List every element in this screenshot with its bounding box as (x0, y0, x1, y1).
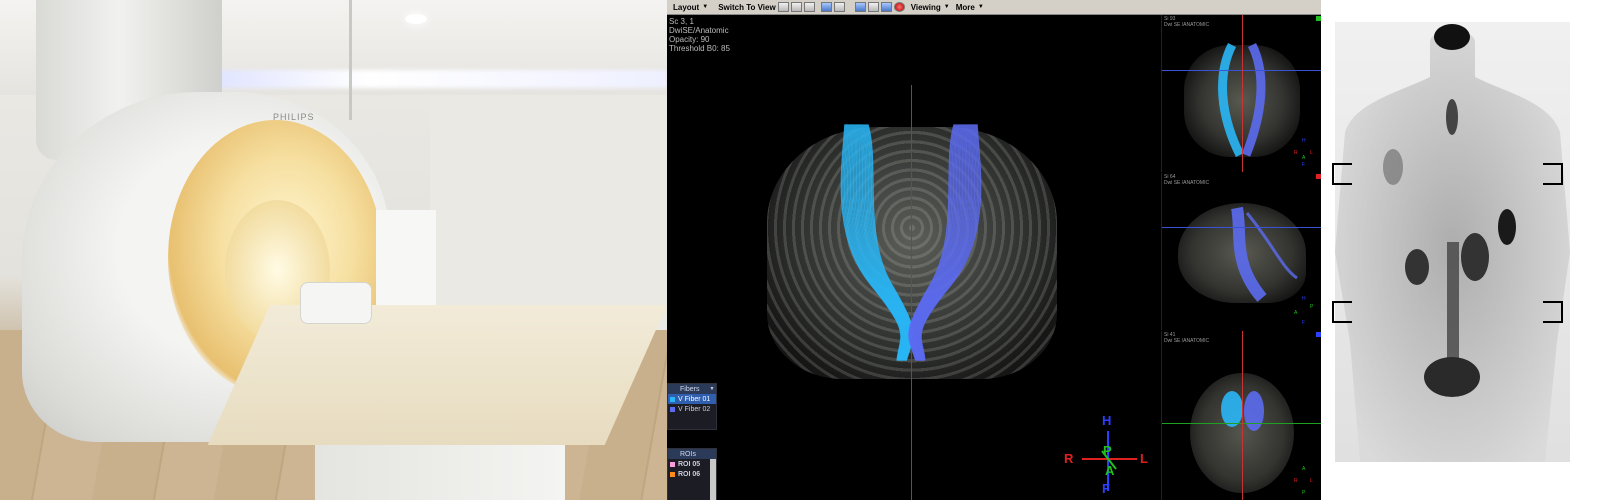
fiber-item-01[interactable]: V Fiber 01 (668, 394, 716, 404)
roi-05-color-swatch (670, 461, 675, 467)
fiber-tract-02 (908, 124, 982, 361)
pet-body-silhouette (1335, 24, 1570, 462)
left-bracket-upper (1332, 163, 1352, 185)
ceiling-downlight (405, 14, 427, 24)
measure-icon[interactable] (854, 2, 866, 12)
fiber-item-02[interactable]: V Fiber 02 (668, 404, 716, 414)
export-icon[interactable] (880, 2, 892, 12)
view-grid-icon[interactable] (790, 2, 802, 12)
print-icon[interactable] (867, 2, 879, 12)
rois-scrollbar[interactable] (710, 459, 716, 500)
rois-panel: ROIs ROI 05 ROI 06 (667, 448, 717, 500)
orient-left-label: R (1064, 451, 1074, 466)
switch-to-view-menu[interactable]: Switch To View (718, 3, 776, 12)
ceiling-pole (349, 0, 352, 120)
orient-right-label: L (1140, 451, 1148, 466)
left-bracket-lower (1332, 301, 1352, 323)
orientation-cube: H R L P A F (1062, 413, 1152, 498)
orient-bottom-label: F (1102, 481, 1110, 496)
coronal-main-view[interactable]: Sc 3, 1 DwiSE/Anatomic Opacity: 90 Thres… (667, 15, 1161, 500)
mri-scanner-photo: PHILIPS (0, 0, 667, 500)
coronal-thumbnail-view[interactable]: Si 93 Dwi SE /ANATOMIC H R L A F (1161, 15, 1322, 172)
fiber-01-color-swatch (670, 396, 675, 402)
orient-back-label: A (1105, 463, 1115, 478)
fiber-02-color-swatch (670, 406, 675, 412)
fibers-panel-header[interactable]: Fibers ▼ (668, 384, 716, 394)
screen-icon[interactable] (820, 2, 832, 12)
record-icon[interactable] (893, 2, 905, 12)
viewing-menu[interactable]: Viewing ▼ (911, 3, 950, 12)
orient-top-label: H (1102, 413, 1112, 428)
head-coil (300, 282, 372, 324)
orient-front-label: P (1103, 443, 1112, 458)
more-menu[interactable]: More ▼ (956, 3, 984, 12)
patient-table (207, 305, 667, 445)
rois-panel-header[interactable]: ROIs (668, 449, 716, 459)
tractography-viewer: Layout ▼ Switch To View Viewing ▼ More ▼ Sc… (667, 0, 1322, 500)
ceiling-light-strip (170, 70, 667, 88)
right-bracket-lower (1543, 301, 1563, 323)
layout-menu[interactable]: Layout ▼ (673, 3, 708, 12)
mini-orientation-axes: H R L A F (1294, 138, 1313, 168)
viewer-toolbar: Layout ▼ Switch To View Viewing ▼ More ▼ (667, 0, 1321, 15)
roi-06-color-swatch (670, 471, 675, 477)
view-split-icon[interactable] (803, 2, 815, 12)
axial-thumbnail-view[interactable]: Si 41 Dwi SE /ANATOMIC A R L P (1161, 331, 1322, 500)
whole-body-pet-image (1321, 0, 1607, 500)
roi-item-05[interactable]: ROI 05 (668, 459, 716, 469)
back-wall (430, 95, 667, 335)
fiber-tract-01 (840, 124, 914, 361)
view-layout-icon[interactable] (777, 2, 789, 12)
sagittal-thumbnail-view[interactable]: Si 64 Dwi SE /ANATOMIC H A P F (1161, 173, 1322, 330)
mini-orientation-axes: H A P F (1294, 296, 1314, 326)
chevron-down-icon: ▼ (709, 386, 715, 392)
roi-item-06[interactable]: ROI 06 (668, 469, 716, 479)
brand-logo: PHILIPS (273, 112, 315, 122)
right-bracket-upper (1543, 163, 1563, 185)
hand-icon[interactable] (833, 2, 845, 12)
fibers-panel: Fibers ▼ V Fiber 01 V Fiber 02 (667, 383, 717, 430)
mini-orientation-axes: A R L P (1294, 466, 1313, 496)
